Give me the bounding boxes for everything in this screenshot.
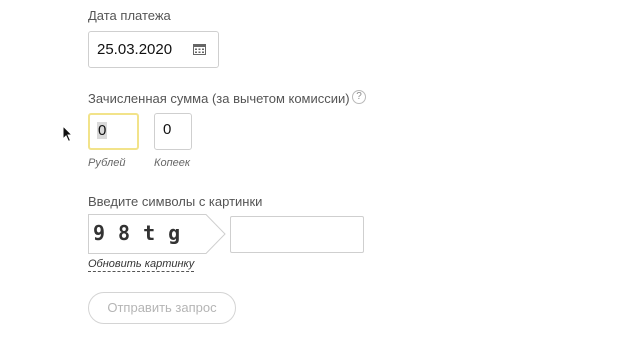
payment-date-value: 25.03.2020 — [97, 41, 173, 58]
amount-label: Зачисленная сумма (за вычетом комиссии) — [88, 91, 350, 106]
calendar-icon[interactable] — [193, 44, 206, 55]
kopecks-label: Копеек — [154, 157, 191, 169]
mouse-cursor-icon — [62, 125, 74, 143]
submit-request-button[interactable]: Отправить запрос — [88, 292, 236, 324]
kopecks-input[interactable]: 0 — [154, 113, 192, 150]
rubles-label: Рублей — [88, 157, 126, 169]
rubles-value: 0 — [97, 122, 108, 139]
captcha-input[interactable] — [230, 216, 364, 253]
kopecks-value: 0 — [163, 121, 172, 138]
captcha-label: Введите символы с картинки — [88, 194, 263, 209]
help-icon[interactable]: ? — [352, 90, 366, 104]
rubles-input[interactable]: 0 — [88, 113, 139, 150]
refresh-captcha-link[interactable]: Обновить картинку — [88, 258, 195, 272]
captcha-text: 98tg — [93, 221, 194, 245]
payment-date-field[interactable]: 25.03.2020 — [88, 31, 219, 68]
payment-date-label: Дата платежа — [88, 8, 171, 23]
captcha-image: 98tg — [88, 214, 226, 254]
